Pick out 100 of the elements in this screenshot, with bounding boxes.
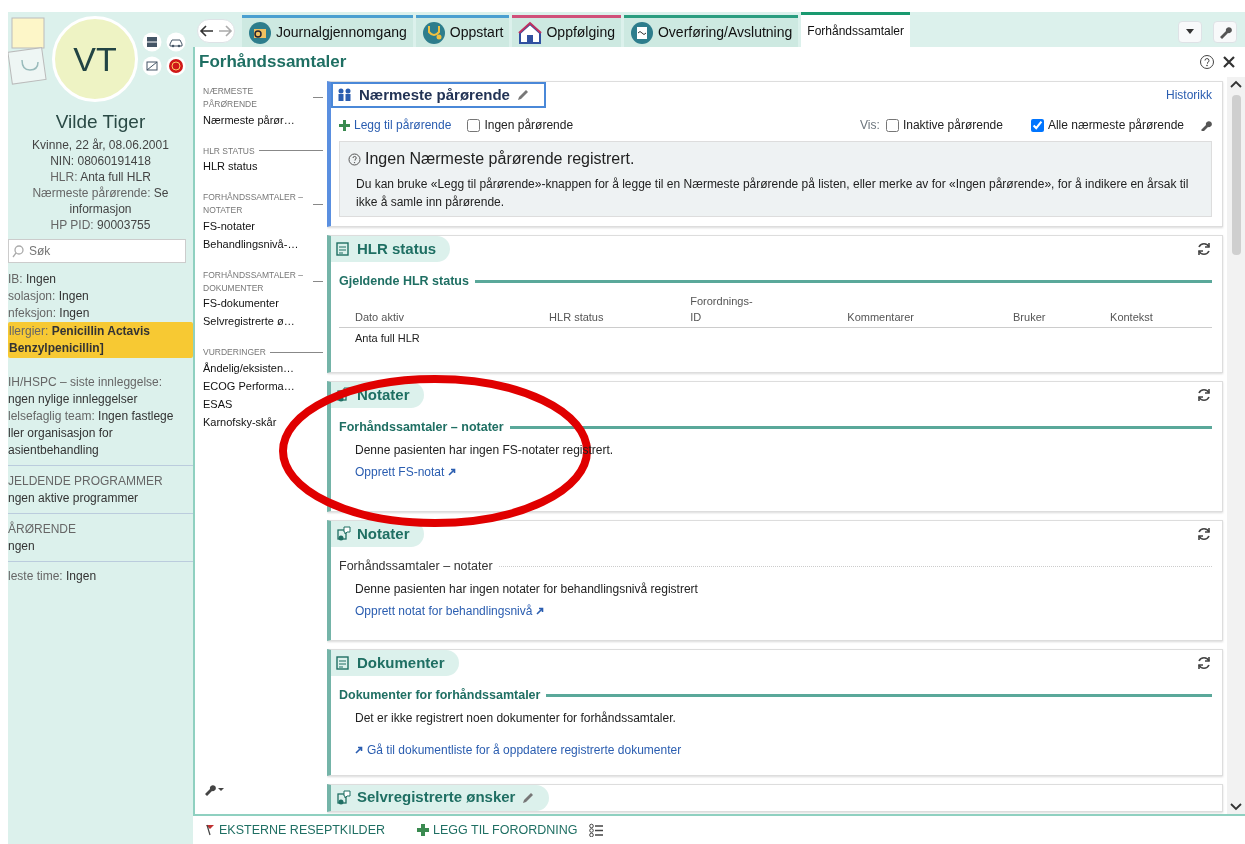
document-icon: [335, 241, 351, 257]
tab[interactable]: Forhåndssamtaler: [801, 12, 911, 47]
wrench-dropdown-icon[interactable]: [203, 782, 225, 796]
refresh-icon[interactable]: [1196, 387, 1212, 404]
checkbox-label: Inaktive pårørende: [902, 117, 1003, 134]
wrench-icon[interactable]: [1200, 119, 1212, 131]
message: Denne pasienten har ingen notater for behandlingsnivå registrert: [355, 580, 699, 598]
checkbox-label: Ingen pårørende: [484, 117, 574, 134]
tab[interactable]: Overføring/Avslutning: [623, 15, 799, 47]
create-link[interactable]: Opprett notat for behandlingsnivå: [355, 601, 545, 620]
column-header: HLR status: [533, 292, 675, 328]
create-link[interactable]: Gå til dokumentliste for å oppdatere registrerte dokumenter: [355, 740, 682, 759]
page-title: Forhåndssamtaler: [199, 51, 347, 73]
crossed-monitor-icon[interactable]: [142, 56, 162, 76]
nav-heading: FORHÅNDSSAMTALER – DOKUMENTER: [203, 268, 323, 295]
nav-heading: NÆRMESTE PÅRØRENDE: [203, 85, 323, 111]
external-link-icon: [536, 606, 545, 615]
add-relative-link[interactable]: Legg til pårørende: [339, 116, 452, 134]
tab[interactable]: Oppstart: [415, 15, 510, 47]
patient-fact: IB: Ingen: [8, 270, 58, 288]
plus-icon: [339, 119, 350, 131]
cabinet-icon[interactable]: [142, 32, 162, 52]
column-header: Kommentarer: [831, 292, 997, 328]
nav-item[interactable]: Karnofsky-skår: [203, 413, 323, 431]
external-link-icon: [355, 745, 363, 754]
column-header: Dato aktiv: [339, 292, 534, 328]
card-title: Notater: [331, 521, 424, 547]
patient-fact: leste time: Ingen: [8, 567, 98, 585]
info-title: Ingen Nærmeste pårørende registrert.: [365, 149, 635, 169]
nav-item[interactable]: Behandlingsnivå-…: [203, 234, 323, 253]
patient-fact: IH/HSPC – siste innleggelse: ngen nylige innleggelser: [8, 373, 164, 408]
section-value: ngen: [8, 537, 36, 555]
history-link[interactable]: Historikk: [1166, 86, 1212, 104]
tab[interactable]: Oppfølging: [512, 15, 621, 47]
nav-item[interactable]: FS-notater: [203, 216, 323, 235]
section-title: Forhåndssamtaler – notater: [339, 418, 1212, 437]
column-header: Bruker: [997, 292, 1095, 328]
nav-item[interactable]: HLR status: [203, 157, 323, 176]
nav-heading: FORHÅNDSSAMTALER – NOTATER: [203, 191, 323, 217]
nav-item[interactable]: ESAS: [203, 395, 323, 413]
card-title: Nærmeste pårørende: [331, 82, 546, 108]
external-sources-button[interactable]: EKSTERNE RESEPTKILDER: [205, 820, 385, 840]
patient-fact: nfeksjon: Ingen: [8, 304, 91, 322]
refresh-icon[interactable]: [1196, 654, 1212, 671]
nav-heading: HLR STATUS: [203, 144, 323, 158]
nav-item[interactable]: Selvregistrerte ø…: [203, 312, 323, 331]
nav-heading: VURDERINGER: [203, 346, 323, 359]
pencil-icon[interactable]: [515, 88, 530, 102]
card-title: HLR status: [331, 236, 451, 262]
section-value: ngen aktive programmer: [8, 489, 140, 507]
show-label: Vis:: [860, 117, 880, 134]
card-title: Dokumenter: [331, 649, 459, 676]
nav-item[interactable]: ECOG Performa…: [203, 377, 323, 395]
car-icon[interactable]: [166, 32, 186, 52]
patient-detail: Nærmeste pårørende: Se informasjon: [31, 184, 170, 217]
help-icon: [348, 152, 361, 166]
tab[interactable]: Journalgjennomgang: [242, 15, 413, 47]
refresh-icon[interactable]: [1196, 526, 1212, 542]
patient-detail: HP PID: 90003755: [49, 216, 152, 233]
caret-icon: [1185, 28, 1195, 36]
patient-detail: NIN: 08060191418: [49, 152, 152, 169]
pencil-icon[interactable]: [521, 790, 536, 805]
patient-name: Vilde Tiger: [54, 110, 147, 134]
info-text: Du kan bruke «Legg til pårørende»-knappen for å legge til en Nærmeste pårørende på listen, eller merke av for «Ingen pårørende», for å indikere en årsak til ikke å samle inn pårørende.: [355, 176, 1190, 211]
nav-item[interactable]: FS-dokumenter: [203, 294, 323, 313]
section-heading: ÅRØRENDE: [8, 520, 77, 538]
create-link[interactable]: Opprett FS-notat: [355, 463, 457, 481]
dropdown-button[interactable]: [1178, 21, 1202, 43]
checkbox[interactable]: [1030, 118, 1044, 132]
alert-badge-icon[interactable]: [166, 56, 186, 76]
list-icon[interactable]: [589, 823, 604, 837]
close-icon[interactable]: [1221, 54, 1237, 70]
add-order-button[interactable]: LEGG TIL FORORDNING: [417, 820, 578, 840]
document-icon: [335, 654, 351, 671]
column-header: Kontekst: [1094, 292, 1212, 328]
patient-fact: solasjon: Ingen: [8, 287, 90, 305]
refresh-icon[interactable]: [1196, 241, 1212, 257]
section-title: Dokumenter for forhåndssamtaler: [339, 685, 1212, 705]
nav-item[interactable]: Åndelig/eksisten…: [203, 359, 323, 377]
external-link-icon: [448, 468, 457, 476]
patient-fact: lelsefaglig team: Ingen fastlege ller organisasjon for asientbehandling: [8, 407, 175, 459]
plus-icon: [417, 824, 429, 836]
checkbox[interactable]: [885, 118, 899, 132]
avatar: VT: [52, 16, 138, 102]
house-icon: [518, 20, 543, 45]
person-speech-icon: [335, 789, 351, 806]
allergy-alert: llergier: Penicillin Actavis Benzylpenicillin]: [8, 321, 193, 358]
help-icon[interactable]: [1199, 54, 1215, 70]
search-field[interactable]: Søk: [8, 238, 186, 263]
scroll-thumb[interactable]: [1231, 95, 1241, 255]
stethoscope-icon: [421, 20, 446, 45]
nav-item[interactable]: Nærmeste pårør…: [203, 110, 323, 129]
person-speech-icon: [335, 387, 351, 404]
settings-button[interactable]: [1213, 21, 1237, 43]
section-title: Gjeldende HLR status: [339, 272, 1212, 291]
message: Det er ikke registrert noen dokumenter for forhåndssamtaler.: [355, 709, 677, 727]
column-header: Forordnings- ID: [674, 292, 832, 328]
flag-icon: [205, 824, 215, 836]
people-icon: [337, 87, 353, 103]
checkbox[interactable]: [467, 118, 481, 132]
